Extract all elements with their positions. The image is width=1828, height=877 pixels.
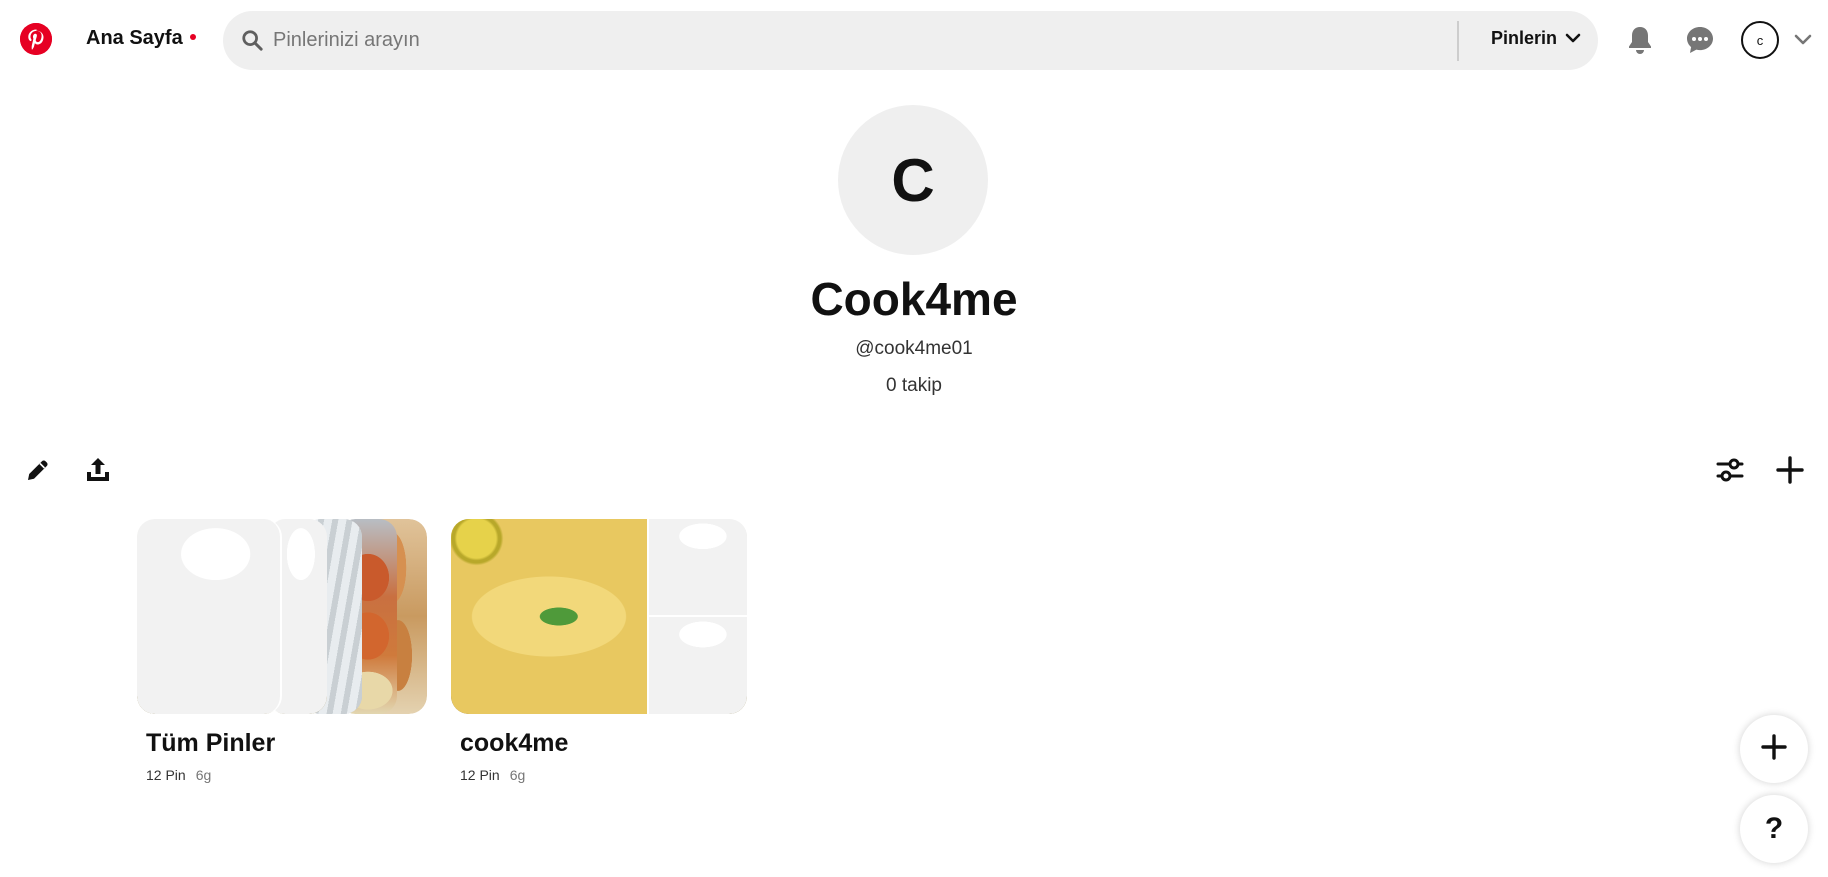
profile-name: Cook4me	[810, 273, 1018, 325]
floating-create-button[interactable]	[1740, 715, 1808, 783]
search-icon	[241, 29, 263, 51]
board-cover	[137, 519, 427, 714]
bell-icon[interactable]	[1620, 20, 1660, 60]
board-pin-count: 12 Pin	[460, 767, 500, 783]
home-link[interactable]: Ana Sayfa	[86, 27, 196, 50]
notification-dot	[189, 33, 196, 40]
board-age: 6g	[195, 767, 212, 783]
board-title: cook4me	[460, 729, 569, 757]
board-meta: 12 Pin 6g	[146, 767, 427, 783]
account-menu-chevron-icon[interactable]	[1791, 28, 1815, 52]
search-input[interactable]	[273, 19, 1413, 62]
profile-avatar: C	[838, 105, 988, 255]
account-avatar[interactable]: c	[1741, 21, 1779, 59]
board-age: 6g	[509, 767, 526, 783]
home-label: Ana Sayfa	[86, 27, 183, 49]
top-navigation: Ana Sayfa Pinlerinizi arayın Pinlerin c	[0, 0, 1828, 82]
chat-bubble-icon[interactable]	[1680, 20, 1720, 60]
board-card-all-pins[interactable]: Tüm Pinler 12 Pin 6g	[137, 519, 427, 783]
search-scope-label: Pinlerin	[1491, 28, 1558, 48]
pencil-icon[interactable]	[20, 452, 56, 488]
pin-thumbnail	[137, 519, 282, 714]
sliders-icon[interactable]	[1712, 452, 1748, 488]
pin-thumbnail	[451, 519, 647, 714]
search-scope-select[interactable]: Pinlerin	[1491, 28, 1581, 49]
profile-handle: @cook4me01	[855, 338, 973, 359]
help-label: ?	[1764, 812, 1784, 845]
board-cover	[451, 519, 747, 714]
pin-thumbnail	[649, 617, 747, 714]
board-pin-count: 12 Pin	[146, 767, 186, 783]
chevron-down-icon	[1565, 28, 1581, 49]
plus-icon	[1760, 733, 1788, 766]
board-card-cook4me[interactable]: cook4me 12 Pin 6g	[451, 519, 747, 783]
search-divider	[1457, 21, 1459, 61]
pinterest-logo-icon[interactable]	[20, 23, 52, 55]
following-count[interactable]: 0 takip	[0, 375, 1828, 397]
search-bar[interactable]: Pinlerin	[223, 11, 1598, 70]
floating-help-button[interactable]: ?	[1740, 795, 1808, 863]
plus-icon[interactable]	[1772, 452, 1808, 488]
upload-icon[interactable]	[80, 452, 116, 488]
board-meta: 12 Pin 6g	[460, 767, 747, 783]
board-title: Tüm Pinler	[146, 729, 276, 757]
account-initial: c	[1756, 32, 1764, 48]
pin-thumbnail	[649, 519, 747, 615]
profile-initial: C	[891, 146, 935, 214]
